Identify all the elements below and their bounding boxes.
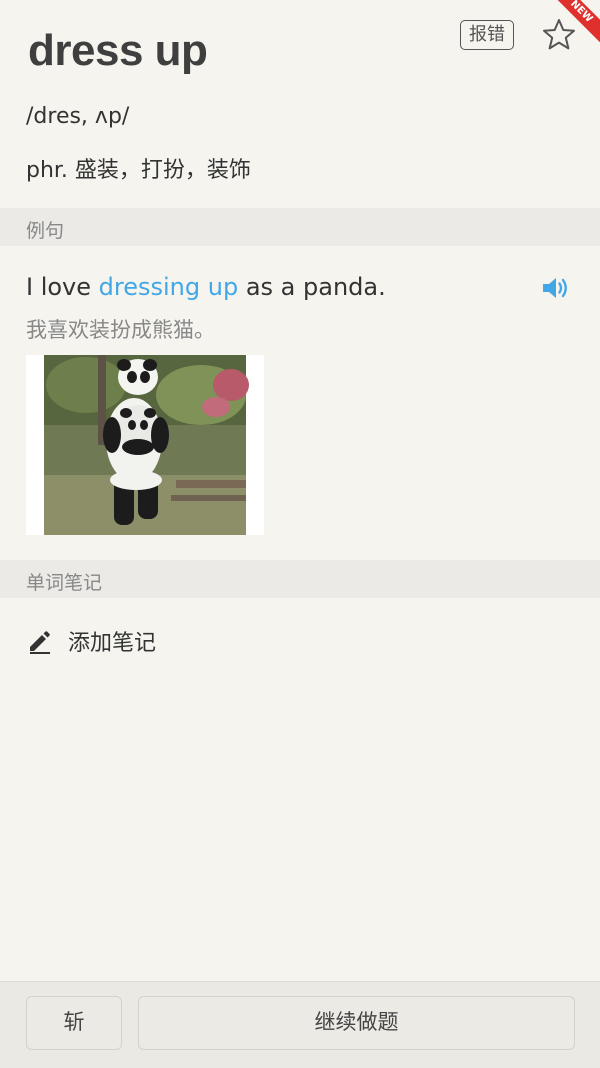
- pencil-icon: [30, 631, 50, 654]
- add-note-label: 添加笔记: [68, 631, 157, 656]
- example-text-after: as a panda.: [238, 273, 386, 301]
- example-text-before: I love: [26, 273, 99, 301]
- report-error-button[interactable]: 报错: [460, 20, 514, 50]
- word-header: dress up 报错 NEW /dres, ʌp/ phr. 盛装，打扮，装饰: [0, 0, 600, 208]
- phonetic: /dres, ʌp/: [26, 104, 130, 129]
- bottom-action-bar: 斩 继续做题: [0, 981, 600, 1068]
- panda-costume-photo: [26, 355, 264, 535]
- word-title: dress up: [28, 26, 208, 75]
- add-note-button[interactable]: 添加笔记: [26, 624, 156, 658]
- continue-button[interactable]: 继续做题: [138, 996, 575, 1050]
- definition: phr. 盛装，打扮，装饰: [26, 158, 251, 183]
- notes-section-title: 单词笔记: [26, 572, 103, 594]
- notes-section-header: 单词笔记: [0, 560, 600, 598]
- new-badge-label: NEW: [543, 0, 600, 50]
- new-badge: NEW: [540, 0, 600, 60]
- example-sentence-en: I love dressing up as a panda.: [26, 273, 386, 301]
- example-highlight: dressing up: [98, 273, 239, 301]
- cut-button[interactable]: 斩: [26, 996, 122, 1050]
- example-sentence-cn: 我喜欢装扮成熊猫。: [26, 318, 215, 342]
- speaker-icon[interactable]: [540, 273, 570, 303]
- examples-section-header: 例句: [0, 208, 600, 246]
- examples-section-title: 例句: [26, 220, 65, 242]
